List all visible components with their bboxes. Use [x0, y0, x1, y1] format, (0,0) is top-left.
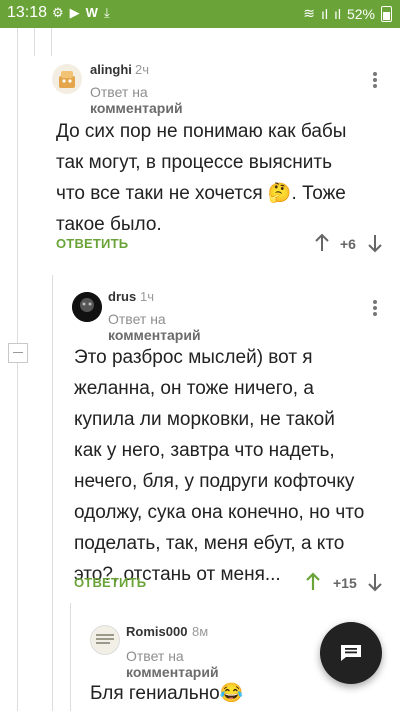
add-comment-button[interactable] [320, 622, 382, 684]
comment-text-line: нечего, бля, у подруги кофточку [74, 471, 355, 492]
comment-text-line: купила ли морковки, не такой [74, 409, 335, 430]
meta-prefix: Ответ на [126, 648, 184, 664]
comment-text-line: поделать, так, меня ебут, а кто [74, 533, 345, 554]
vote-score: +6 [340, 236, 356, 252]
arrow-up-icon[interactable] [305, 572, 321, 592]
comment-meta: Ответ на комментарий [108, 311, 201, 343]
comment-icon [341, 645, 361, 661]
comment-text: До сих пор не понимаю как бабы так могут… [56, 116, 391, 240]
avatar[interactable] [90, 625, 120, 655]
comment-author[interactable]: alinghi [90, 62, 132, 77]
notification-icons: ⚙▶W⤓ [52, 5, 116, 21]
vk-icon: W [85, 5, 104, 20]
thread-line [34, 28, 35, 56]
parent-comment-link[interactable]: комментарий [108, 327, 201, 343]
status-bar: 13:18 ⚙▶W⤓ ≋ ıl ıl 52% [0, 0, 400, 28]
avatar-image [96, 634, 114, 644]
comment-author[interactable]: Romis000 [126, 624, 187, 639]
thread-line [52, 275, 53, 711]
collapse-thread-button[interactable] [8, 343, 28, 363]
play-icon: ▶ [69, 5, 86, 20]
comment-text-line: Бля гениально😂 [90, 683, 244, 704]
comment-text-line: Это разброс мыслей) вот я [74, 347, 313, 368]
thread-line [51, 28, 52, 56]
comment-text-line: одолжу, сука она конечно, но что [74, 502, 365, 523]
arrow-down-icon[interactable] [367, 233, 383, 253]
comment-text-line: как у него, завтра что надеть, [74, 440, 335, 461]
comment-text-line: желанна, он тоже ничего, а [74, 378, 314, 399]
comment-meta: Ответ на комментарий [90, 84, 183, 116]
comment-author[interactable]: drus [108, 289, 136, 304]
more-options-icon[interactable] [372, 298, 378, 318]
thread-line [17, 28, 18, 711]
signal-icon-2: ıl [333, 5, 341, 22]
avatar-image [72, 292, 102, 322]
battery-percent: 52% [346, 5, 375, 22]
download-icon: ⤓ [103, 5, 116, 20]
comment-text-line: так могут, в процессе выяснить [56, 152, 332, 173]
vote-score: +15 [333, 575, 357, 591]
meta-prefix: Ответ на [108, 311, 166, 327]
arrow-up-icon[interactable] [314, 233, 330, 253]
comment-text: Бля гениально😂 [90, 678, 310, 709]
comment-text: Это разброс мыслей) вот я желанна, он то… [74, 342, 392, 590]
avatar[interactable] [72, 292, 102, 322]
settings-icon: ⚙ [52, 5, 70, 20]
wifi-icon: ≋ [303, 5, 315, 21]
avatar-image [59, 71, 75, 88]
meta-prefix: Ответ на [90, 84, 148, 100]
thread-line [70, 603, 71, 711]
more-options-icon[interactable] [372, 70, 378, 90]
comment-text-line: что все таки не хочется 🤔. Тоже [56, 183, 346, 204]
comment-text-line: До сих пор не понимаю как бабы [56, 121, 347, 142]
avatar[interactable] [52, 64, 82, 94]
comment-time: 8м [192, 624, 209, 639]
signal-icon: ıl [320, 5, 328, 22]
battery-icon [381, 5, 392, 22]
reply-button[interactable]: ОТВЕТИТЬ [56, 236, 128, 251]
comment-meta: Ответ на комментарий [126, 648, 219, 680]
parent-comment-link[interactable]: комментарий [90, 100, 183, 116]
status-time: 13:18 [7, 4, 48, 21]
comment-time: 1ч [140, 289, 155, 304]
status-right: ≋ ıl ıl 52% [303, 5, 392, 22]
reply-button[interactable]: ОТВЕТИТЬ [74, 575, 146, 590]
arrow-down-icon[interactable] [367, 572, 383, 592]
comment-time: 2ч [135, 62, 150, 77]
